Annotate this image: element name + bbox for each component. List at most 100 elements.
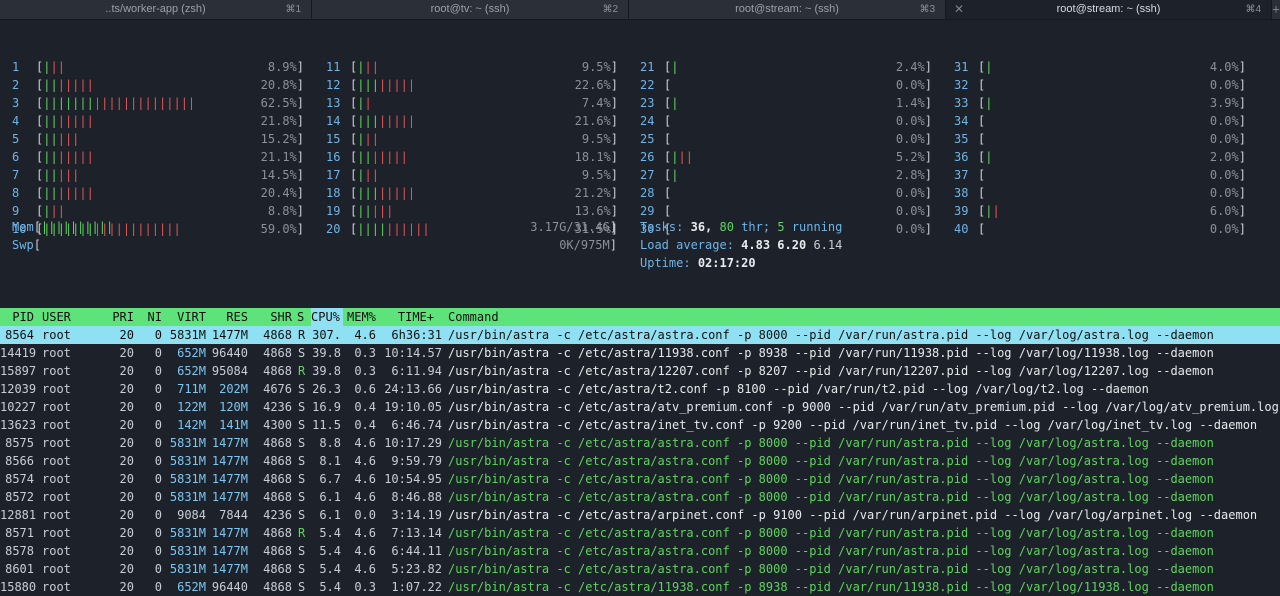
- process-row[interactable]: 8578 root 20 0 5831M 1477M 4868 S 5.4 4.6 6:44.11 /…: [0, 542, 1280, 560]
- process-pid: 8575: [5, 436, 34, 450]
- process-row[interactable]: 15897 root 20 0 652M 95084 4868 R 39.8 0.3 6:11.94…: [0, 362, 1280, 380]
- tab-3[interactable]: root@stream: ~ (ssh) ⌘3: [629, 0, 946, 19]
- process-row[interactable]: 8575 root 20 0 5831M 1477M 4868 S 8.8 4.6 10:17.29…: [0, 434, 1280, 452]
- process-row[interactable]: 10227 root 20 0 122M 120M 4236 S 16.9 0.4 19:10.05…: [0, 398, 1280, 416]
- process-row[interactable]: 8566 root 20 0 5831M 1477M 4868 S 8.1 4.6 9:59.79 /…: [0, 452, 1280, 470]
- cpu-percent: 2.4%]: [895, 60, 932, 74]
- process-row[interactable]: 14419 root 20 0 652M 96440 4868 S 39.8 0.3 10:14.5…: [0, 344, 1280, 362]
- process-row[interactable]: 15880 root 20 0 652M 96440 4868 S 5.4 0.3 1:07.22 /…: [0, 578, 1280, 596]
- process-mem: 0.4: [354, 418, 376, 432]
- cpu-meter: 40[0.0%]: [954, 222, 1246, 236]
- mem-meter: Mem[|||||||||| 3.17G/31.4G]: [12, 220, 617, 234]
- process-time: 24:13.66: [384, 382, 442, 396]
- process-user: root: [42, 418, 71, 432]
- new-tab-icon[interactable]: +: [1272, 0, 1280, 19]
- process-pid: 13623: [0, 418, 37, 432]
- process-row[interactable]: 8601 root 20 0 5831M 1477M 4868 S 5.4 4.6 5:23.82 /…: [0, 560, 1280, 578]
- cpu-number: 7: [12, 168, 20, 182]
- process-pid: 10227: [0, 400, 37, 414]
- process-res: 1477M: [211, 328, 248, 342]
- process-row[interactable]: 12039 root 20 0 711M 202M 4676 S 26.3 0.6 24:13.66…: [0, 380, 1280, 398]
- process-shr: 4868: [263, 490, 292, 504]
- process-mem: 0.4: [354, 400, 376, 414]
- col-pid[interactable]: PID: [0, 308, 34, 326]
- process-state: S: [298, 580, 306, 594]
- col-pri[interactable]: PRI: [104, 308, 134, 326]
- cpu-number: 4: [12, 114, 20, 128]
- process-cpu: 5.4: [319, 562, 341, 576]
- cpu-percent: 3.9%]: [1209, 96, 1246, 110]
- process-user: root: [42, 580, 71, 594]
- cpu-percent: 21.8%]: [260, 114, 304, 128]
- col-user[interactable]: USER: [42, 308, 71, 326]
- cpu-percent: 21.2%]: [574, 186, 618, 200]
- process-user: root: [42, 364, 71, 378]
- col-command[interactable]: Command: [448, 308, 499, 326]
- cpu-percent: 14.5%]: [260, 168, 304, 182]
- cpu-percent: 2.0%]: [1209, 150, 1246, 164]
- cpu-bar: ||: [985, 204, 1000, 218]
- process-priority: 20: [119, 364, 134, 378]
- process-cpu: 6.1: [319, 508, 341, 522]
- process-cpu: 5.4: [319, 526, 341, 540]
- cpu-meter: 22[0.0%]: [640, 78, 932, 92]
- col-state[interactable]: S: [297, 308, 304, 326]
- process-row[interactable]: 12881 root 20 0 9084 7844 4236 S 6.1 0.0 3:14.19/u…: [0, 506, 1280, 524]
- process-pid: 12039: [0, 382, 37, 396]
- cpu-meter: 3 [||||||||||||||||||||| 62.5%]: [12, 96, 304, 110]
- cpu-meter: 26 [||| 5.2%]: [640, 150, 932, 164]
- cpu-meter: 18 [|||||||| 21.2%]: [326, 186, 618, 200]
- terminal-htop[interactable]: 1 [||| 8.9%] 2 [||||||| 20.8%] 3 [|||||||||||||…: [0, 20, 1280, 594]
- process-virt: 652M: [177, 346, 206, 360]
- process-nice: 0: [154, 580, 162, 594]
- process-mem: 4.6: [354, 328, 376, 342]
- tab-2[interactable]: root@tv: ~ (ssh) ⌘2: [312, 0, 629, 19]
- process-command: /usr/bin/astra -c /etc/astra/inet_tv.con…: [448, 418, 1258, 432]
- tab-bar: ..ts/worker-app (zsh) ⌘1 root@tv: ~ (ssh…: [0, 0, 1280, 20]
- close-tab-icon[interactable]: ✕: [954, 0, 964, 19]
- cpu-number: 2: [12, 78, 20, 92]
- col-shr[interactable]: SHR: [254, 308, 292, 326]
- process-shr: 4868: [263, 580, 292, 594]
- process-command: /usr/bin/astra -c /etc/astra/atv_premium…: [448, 400, 1280, 414]
- cpu-bar: |: [985, 150, 993, 164]
- process-row[interactable]: 8571 root 20 0 5831M 1477M 4868 R 5.4 4.6 7:13.14 /…: [0, 524, 1280, 542]
- col-mem[interactable]: MEM%: [347, 308, 376, 326]
- tab-1-shortcut: ⌘1: [285, 4, 301, 15]
- cpu-meter: 15 [||| 9.5%]: [326, 132, 618, 146]
- col-virt[interactable]: VIRT: [166, 308, 206, 326]
- process-priority: 20: [119, 454, 134, 468]
- cpu-meter: 36 [| 2.0%]: [954, 150, 1246, 164]
- process-command: /usr/bin/astra -c /etc/astra/11938.conf …: [448, 346, 1214, 360]
- process-row[interactable]: 8564 root 20 0 5831M 1477M 4868 R 307. 4.6 6h36:31…: [0, 326, 1280, 344]
- process-cpu: 26.3: [312, 382, 341, 396]
- process-mem: 0.3: [354, 364, 376, 378]
- process-cpu: 5.4: [319, 544, 341, 558]
- tab-1-title: ..ts/worker-app (zsh): [105, 3, 206, 15]
- process-state: S: [298, 436, 306, 450]
- col-ni[interactable]: NI: [140, 308, 162, 326]
- process-row[interactable]: 8574 root 20 0 5831M 1477M 4868 S 6.7 4.6 10:54.95…: [0, 470, 1280, 488]
- process-state: S: [298, 400, 306, 414]
- process-time: 6h36:31: [391, 328, 442, 342]
- col-time[interactable]: TIME+: [390, 308, 434, 326]
- cpu-meter: 35[0.0%]: [954, 132, 1246, 146]
- col-res[interactable]: RES: [210, 308, 248, 326]
- cpu-number: 34: [954, 114, 969, 128]
- cpu-percent: 0.0%]: [895, 78, 932, 92]
- tab-4-title: root@stream: ~ (ssh): [1056, 3, 1161, 15]
- col-cpu[interactable]: CPU%: [311, 308, 343, 326]
- cpu-percent: 62.5%]: [260, 96, 304, 110]
- tab-4[interactable]: ✕ root@stream: ~ (ssh) ⌘4: [946, 0, 1272, 19]
- process-row[interactable]: 8572 root 20 0 5831M 1477M 4868 S 6.1 4.6 8:46.88 /…: [0, 488, 1280, 506]
- cpu-number: 37: [954, 168, 969, 182]
- process-command: /usr/bin/astra -c /etc/astra/astra.conf …: [448, 544, 1214, 558]
- process-row[interactable]: 13623 root 20 0 142M 141M 4300 S 11.5 0.4 6:46.74 /…: [0, 416, 1280, 434]
- process-user: root: [42, 544, 71, 558]
- process-res: 1477M: [211, 454, 248, 468]
- cpu-percent: 0.0%]: [895, 186, 932, 200]
- process-time: 3:14.19: [391, 508, 442, 522]
- process-command: /usr/bin/astra -c /etc/astra/arpinet.con…: [448, 508, 1258, 522]
- tab-1[interactable]: ..ts/worker-app (zsh) ⌘1: [0, 0, 312, 19]
- process-time: 19:10.05: [384, 400, 442, 414]
